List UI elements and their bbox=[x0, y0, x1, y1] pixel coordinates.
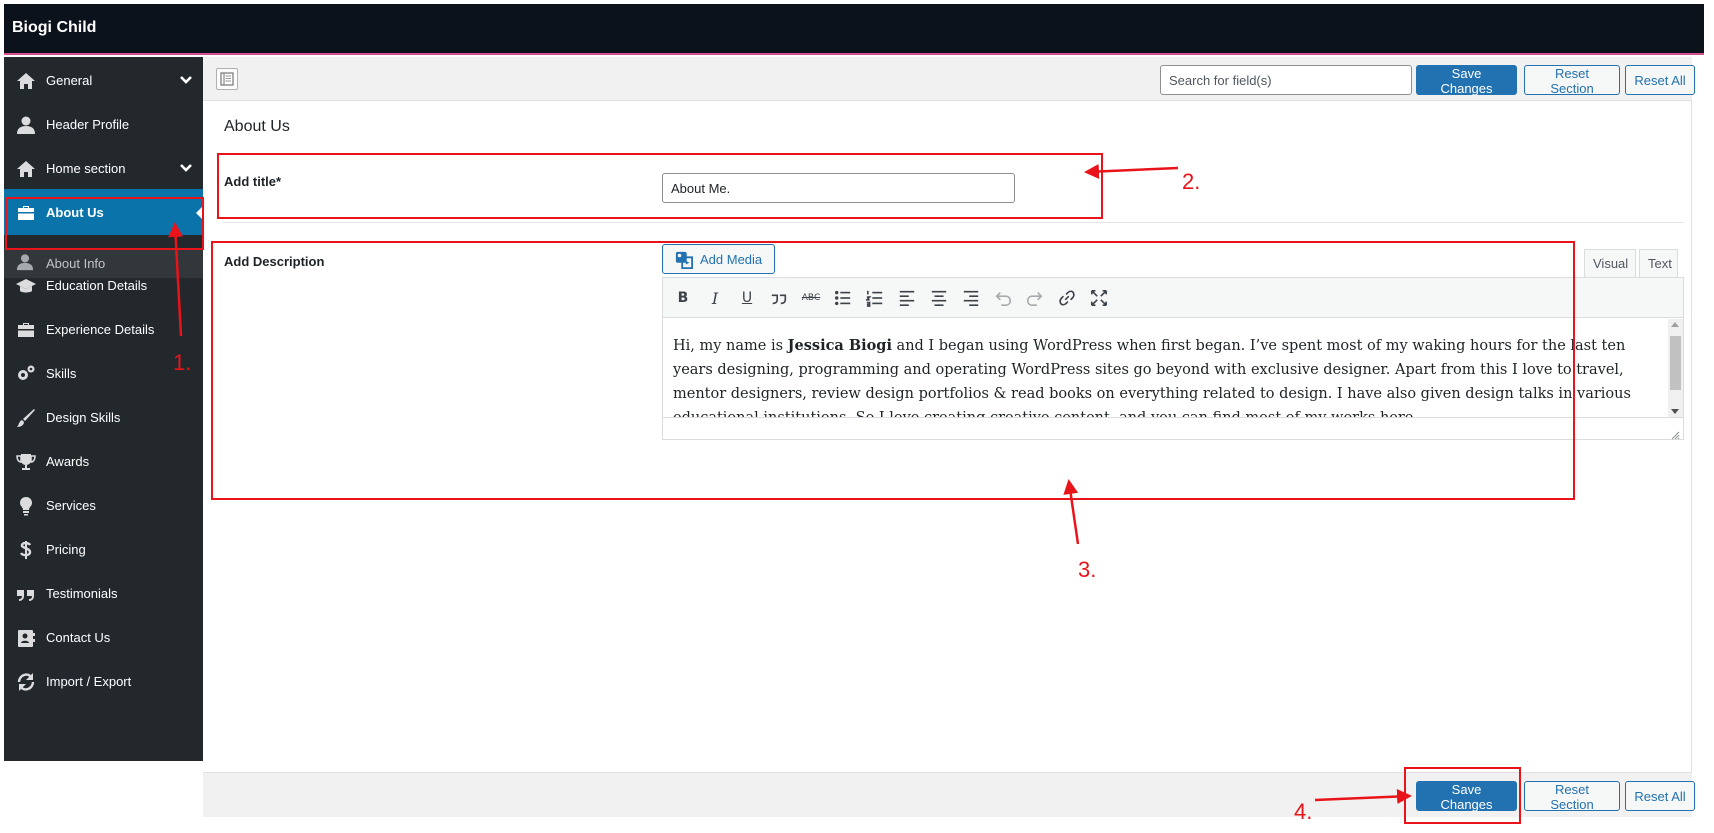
resize-grip-icon[interactable] bbox=[1670, 428, 1680, 440]
align-left-icon[interactable] bbox=[896, 287, 918, 309]
sidebar-item-label: Services bbox=[46, 498, 96, 513]
address-card-icon bbox=[16, 628, 36, 648]
chevron-down-icon[interactable] bbox=[179, 73, 193, 87]
sidebar-item-label: Import / Export bbox=[46, 674, 132, 689]
save-changes-button-bottom[interactable]: Save Changes bbox=[1416, 781, 1517, 812]
editor-content[interactable]: Hi, my name is Jessica Biogi and I began… bbox=[663, 319, 1668, 417]
sidebar-item-label: Testimonials bbox=[46, 586, 118, 601]
trophy-icon bbox=[16, 452, 36, 472]
sidebar-item-label: Pricing bbox=[46, 542, 86, 557]
sidebar-item-label: Awards bbox=[46, 454, 90, 469]
dollar-icon bbox=[16, 540, 36, 560]
annotation-step-2: 2. bbox=[1182, 169, 1201, 194]
sidebar-item-label: Education Details bbox=[46, 278, 148, 293]
blockquote-icon[interactable] bbox=[768, 287, 790, 309]
search-fields-input[interactable] bbox=[1160, 65, 1412, 95]
align-right-icon[interactable] bbox=[960, 287, 982, 309]
sidebar-item-experience-details[interactable]: Experience Details bbox=[4, 306, 203, 354]
redo-icon[interactable] bbox=[1024, 287, 1046, 309]
graduation-cap-icon bbox=[16, 276, 36, 296]
sidebar-item-label: General bbox=[46, 73, 93, 88]
annotation-step-3: 3. bbox=[1078, 557, 1097, 582]
chevron-down-icon[interactable] bbox=[179, 161, 193, 175]
numbered-list-icon[interactable] bbox=[864, 287, 886, 309]
row-divider bbox=[224, 222, 1684, 223]
link-icon[interactable] bbox=[1056, 287, 1078, 309]
sidebar-item-import-export[interactable]: Import / Export bbox=[4, 658, 203, 706]
strikethrough-icon[interactable]: ABC bbox=[800, 287, 822, 309]
reset-section-button[interactable]: Reset Section bbox=[1524, 65, 1620, 96]
add-media-button[interactable]: Add Media bbox=[662, 244, 775, 274]
sidebar-item-testimonials[interactable]: Testimonials bbox=[4, 570, 203, 618]
sidebar-item-awards[interactable]: Awards bbox=[4, 438, 203, 486]
section-title: About Us bbox=[224, 118, 290, 135]
sidebar-item-pricing[interactable]: Pricing bbox=[4, 526, 203, 574]
app-title: Biogi Child bbox=[12, 19, 97, 36]
brush-icon bbox=[16, 408, 36, 428]
reset-all-button[interactable]: Reset All bbox=[1625, 65, 1695, 95]
align-center-icon[interactable] bbox=[928, 287, 950, 309]
active-caret-icon bbox=[196, 206, 203, 220]
sidebar-item-general[interactable]: General bbox=[4, 57, 203, 105]
annotation-step-1: 1. bbox=[173, 350, 192, 375]
home-icon bbox=[16, 71, 36, 91]
sidebar-item-design-skills[interactable]: Design Skills bbox=[4, 394, 203, 442]
undo-icon[interactable] bbox=[992, 287, 1014, 309]
sidebar-item-label: Experience Details bbox=[46, 322, 155, 337]
lightbulb-icon bbox=[16, 496, 36, 516]
sidebar-item-label: Contact Us bbox=[46, 630, 111, 645]
sidebar-item-label: About Us bbox=[46, 205, 104, 220]
description-editor[interactable]: B I U ABC Hi, my name is Jessica Biogi a… bbox=[662, 277, 1684, 440]
editor-toolbar: B I U ABC bbox=[663, 278, 1683, 318]
bold-icon[interactable]: B bbox=[672, 287, 694, 309]
bottom-toolbar: Save Changes Reset Section Reset All bbox=[203, 772, 1695, 817]
annotation-step-4: 4. bbox=[1294, 799, 1313, 824]
tab-visual[interactable]: Visual bbox=[1584, 249, 1636, 277]
save-changes-button[interactable]: Save Changes bbox=[1416, 65, 1517, 96]
scroll-thumb[interactable] bbox=[1670, 336, 1681, 390]
layout-toggle-icon[interactable] bbox=[216, 68, 238, 90]
options-panel: Save Changes Reset Section Reset All Abo… bbox=[203, 57, 1695, 817]
sidebar-item-label: Skills bbox=[46, 366, 77, 381]
gears-icon bbox=[16, 364, 36, 384]
home-icon bbox=[16, 159, 36, 179]
editor-scrollbar[interactable] bbox=[1668, 319, 1683, 417]
briefcase-icon bbox=[16, 203, 36, 223]
sidebar-item-about-us[interactable]: About Us bbox=[4, 189, 203, 235]
add-description-label: Add Description bbox=[224, 254, 325, 269]
add-media-label: Add Media bbox=[700, 252, 763, 267]
top-toolbar: Save Changes Reset Section Reset All bbox=[203, 57, 1695, 101]
top-bar: Biogi Child bbox=[4, 4, 1704, 55]
quote-icon bbox=[16, 584, 36, 604]
sidebar-item-education-details[interactable]: Education Details bbox=[4, 262, 203, 310]
refresh-icon bbox=[16, 672, 36, 692]
italic-icon[interactable]: I bbox=[704, 287, 726, 309]
sidebar-item-label: Home section bbox=[46, 161, 126, 176]
reset-all-button-bottom[interactable]: Reset All bbox=[1625, 781, 1695, 811]
reset-section-button-bottom[interactable]: Reset Section bbox=[1524, 781, 1620, 812]
underline-icon[interactable]: U bbox=[736, 287, 758, 309]
sidebar-item-header-profile[interactable]: Header Profile bbox=[4, 101, 203, 149]
bullet-list-icon[interactable] bbox=[832, 287, 854, 309]
fullscreen-icon[interactable] bbox=[1088, 287, 1110, 309]
sidebar-item-contact-us[interactable]: Contact Us bbox=[4, 614, 203, 662]
tab-text[interactable]: Text bbox=[1639, 249, 1678, 277]
add-title-label: Add title* bbox=[224, 174, 282, 189]
editor-statusbar bbox=[663, 417, 1683, 439]
scroll-up-icon[interactable] bbox=[1671, 322, 1679, 327]
sidebar-item-services[interactable]: Services bbox=[4, 482, 203, 530]
sidebar-item-label: Design Skills bbox=[46, 410, 121, 425]
user-icon bbox=[16, 115, 36, 135]
media-icon bbox=[675, 251, 693, 269]
sidebar-item-label: Header Profile bbox=[46, 117, 130, 132]
sidebar-item-home-section[interactable]: Home section bbox=[4, 145, 203, 193]
sidebar: General Header Profile Home section Abou… bbox=[4, 57, 203, 761]
scroll-down-icon[interactable] bbox=[1671, 409, 1679, 414]
title-input[interactable] bbox=[662, 173, 1015, 203]
briefcase-icon bbox=[16, 320, 36, 340]
